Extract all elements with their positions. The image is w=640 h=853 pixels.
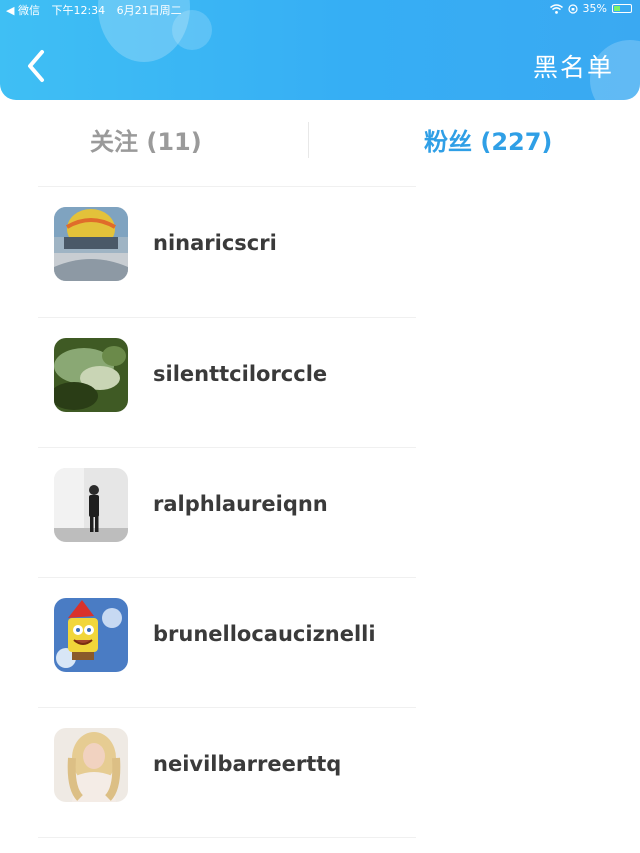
avatar[interactable] (54, 207, 128, 281)
back-button[interactable] (22, 48, 54, 84)
avatar[interactable] (54, 468, 128, 542)
avatar[interactable] (54, 728, 128, 802)
username: silenttcilorccle (153, 362, 328, 386)
orientation-lock-icon (567, 3, 578, 14)
list-item[interactable]: neivilbarreerttq (0, 707, 640, 837)
username: ninaricscri (153, 231, 277, 255)
tab-fans[interactable]: 粉丝 (227) (424, 122, 552, 157)
row-divider (38, 837, 416, 838)
chevron-left-icon (28, 50, 44, 82)
wifi-icon (549, 3, 563, 14)
tab-divider (308, 122, 309, 158)
blacklist-button[interactable]: 黑名单 (533, 48, 614, 84)
status-time: 下午12:34 (51, 4, 106, 17)
list-item[interactable]: silenttcilorccle (0, 317, 640, 447)
back-to-app-label[interactable]: ◀ 微信 (6, 4, 40, 17)
status-bar: ◀ 微信 下午12:34 6月21日周二 35% (0, 0, 640, 18)
status-date: 6月21日周二 (116, 4, 182, 17)
list-item[interactable]: ninaricscri (0, 186, 640, 316)
battery-percent: 35% (582, 2, 607, 15)
list-item[interactable]: brunellocauciznelli (0, 577, 640, 707)
battery-fill (614, 6, 620, 11)
avatar[interactable] (54, 338, 128, 412)
top-header: ◀ 微信 下午12:34 6月21日周二 35% 黑名单 (0, 0, 640, 100)
username: ralphlaureiqnn (153, 492, 328, 516)
list-item[interactable]: ralphlaureiqnn (0, 447, 640, 577)
tab-following[interactable]: 关注 (11) (90, 122, 202, 157)
avatar[interactable] (54, 598, 128, 672)
username: neivilbarreerttq (153, 752, 342, 776)
tab-bar: 关注 (11) 粉丝 (227) (0, 112, 640, 168)
battery-icon (612, 4, 632, 13)
username: brunellocauciznelli (153, 622, 376, 646)
